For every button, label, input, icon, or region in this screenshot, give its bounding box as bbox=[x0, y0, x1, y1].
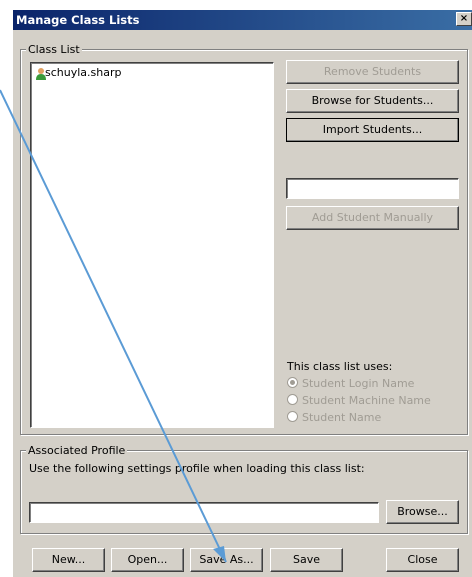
radio-student-name[interactable]: Student Name bbox=[287, 411, 381, 424]
radio-label: Student Name bbox=[302, 411, 382, 424]
profile-path-input[interactable] bbox=[29, 502, 379, 523]
student-name: schuyla.sharp bbox=[45, 66, 122, 79]
student-listbox[interactable]: schuyla.sharp bbox=[30, 62, 274, 428]
class-list-legend: Class List bbox=[26, 43, 82, 56]
profile-browse-button[interactable]: Browse... bbox=[386, 500, 459, 524]
browse-for-students-button[interactable]: Browse for Students... bbox=[286, 89, 459, 113]
title-bar[interactable]: Manage Class Lists × bbox=[13, 10, 472, 30]
radio-dot bbox=[287, 411, 298, 422]
close-window-button[interactable]: × bbox=[456, 12, 472, 26]
radio-student-login-name[interactable]: Student Login Name bbox=[287, 377, 414, 390]
import-students-button[interactable]: Import Students... bbox=[286, 118, 459, 142]
remove-students-button[interactable]: Remove Students bbox=[286, 60, 459, 84]
save-button[interactable]: Save bbox=[270, 548, 343, 572]
radio-dot bbox=[287, 394, 298, 405]
open-button[interactable]: Open... bbox=[111, 548, 184, 572]
radio-dot bbox=[287, 377, 298, 388]
save-as-button[interactable]: Save As... bbox=[190, 548, 263, 572]
radio-label: Student Machine Name bbox=[302, 394, 431, 407]
add-student-manually-button[interactable]: Add Student Manually bbox=[286, 206, 459, 230]
profile-description: Use the following settings profile when … bbox=[29, 462, 365, 475]
window-title: Manage Class Lists bbox=[16, 13, 140, 27]
manual-student-input[interactable] bbox=[286, 178, 459, 199]
radio-student-machine-name[interactable]: Student Machine Name bbox=[287, 394, 431, 407]
radio-label: Student Login Name bbox=[302, 377, 415, 390]
close-button[interactable]: Close bbox=[386, 548, 459, 572]
associated-profile-legend: Associated Profile bbox=[26, 444, 128, 457]
uses-heading: This class list uses: bbox=[287, 360, 393, 373]
new-button[interactable]: New... bbox=[32, 548, 105, 572]
